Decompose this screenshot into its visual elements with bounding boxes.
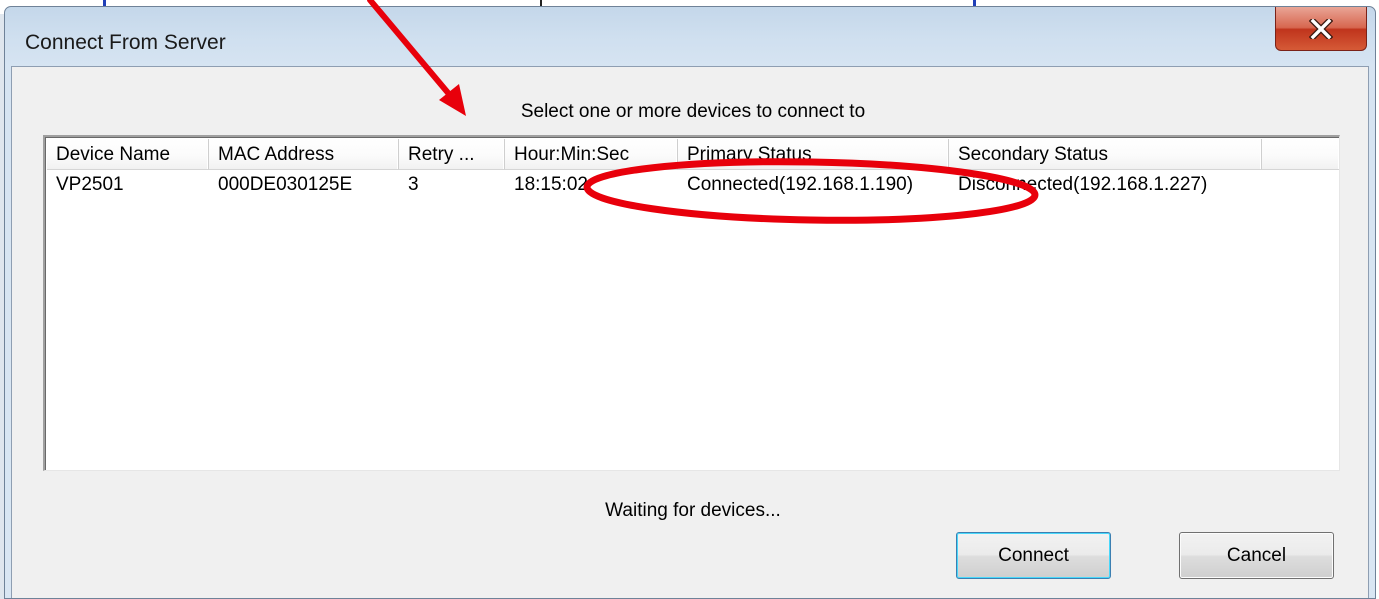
cell-retry: 3 [408, 174, 419, 195]
close-button[interactable] [1275, 7, 1367, 51]
column-header-time[interactable]: Hour:Min:Sec [505, 139, 678, 170]
cancel-button[interactable]: Cancel [1179, 532, 1334, 579]
connect-dialog: Connect From Server Select one or more d… [4, 6, 1376, 599]
column-header-secondary-status[interactable]: Secondary Status [949, 139, 1262, 170]
device-list[interactable]: Device Name MAC Address Retry ... Hour:M… [43, 135, 1340, 471]
dialog-client-area: Select one or more devices to connect to… [11, 66, 1369, 598]
cell-secondary-status: Disconnected(192.168.1.227) [958, 174, 1208, 195]
column-header-primary-status[interactable]: Primary Status [678, 139, 949, 170]
title-bar[interactable]: Connect From Server [5, 7, 1375, 65]
table-row[interactable]: VP2501 000DE030125E 3 18:15:02 Connected… [47, 173, 1339, 197]
cell-device-name: VP2501 [56, 174, 124, 195]
cell-mac-address: 000DE030125E [218, 174, 353, 195]
connect-button[interactable]: Connect [956, 532, 1111, 579]
column-header-device-name[interactable]: Device Name [47, 139, 209, 170]
list-header: Device Name MAC Address Retry ... Hour:M… [47, 139, 1339, 170]
column-header-retry[interactable]: Retry ... [399, 139, 505, 170]
instruction-label: Select one or more devices to connect to [520, 101, 866, 122]
window-title: Connect From Server [25, 31, 226, 54]
cell-time: 18:15:02 [514, 174, 588, 195]
close-icon [1309, 18, 1333, 39]
status-label: Waiting for devices... [605, 500, 781, 521]
column-header-filler [1262, 139, 1339, 170]
cell-primary-status: Connected(192.168.1.190) [687, 174, 914, 195]
column-header-mac-address[interactable]: MAC Address [209, 139, 399, 170]
